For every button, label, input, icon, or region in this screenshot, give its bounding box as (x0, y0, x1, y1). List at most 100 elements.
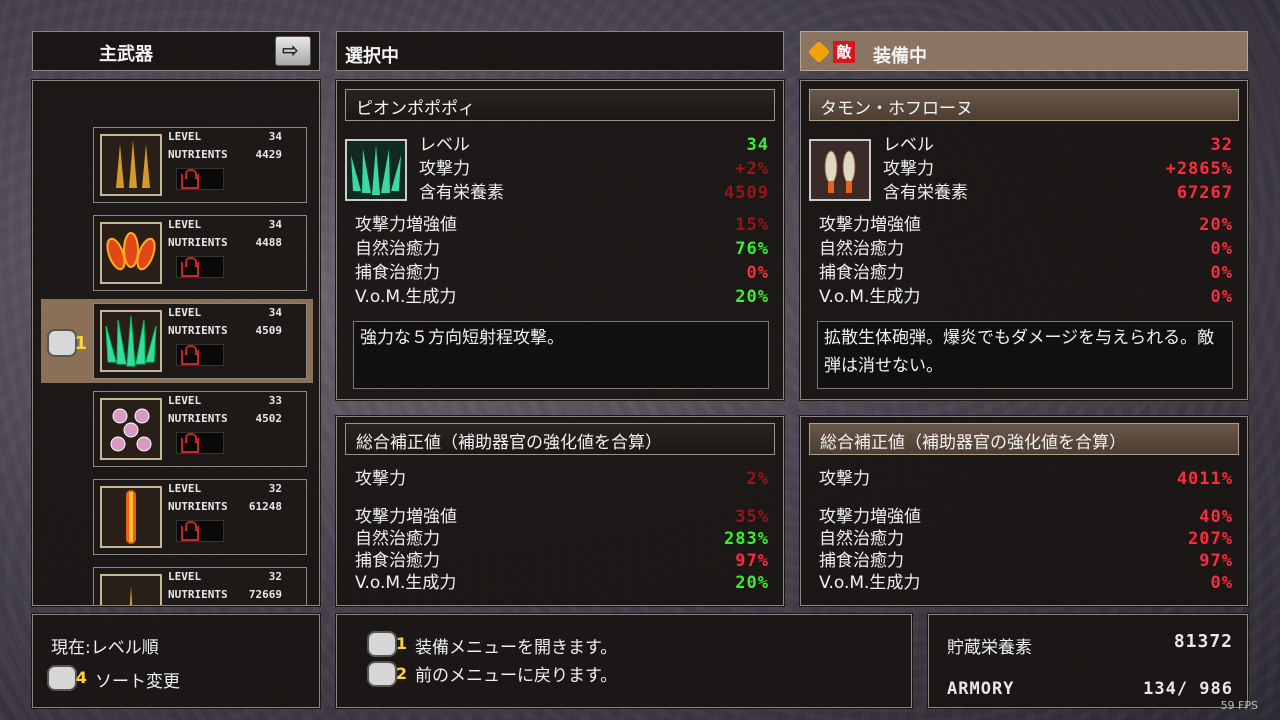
sort-change-action[interactable]: ソート変更 (95, 667, 180, 692)
controller-button-icon: 1 (367, 631, 407, 657)
weapon-list[interactable]: LEVEL 34 NUTRIENTS 4429 LEVEL 34 NUTRIEN… (31, 79, 321, 607)
stat-level: レベル 34 (419, 135, 769, 155)
level-key: LEVEL (168, 570, 202, 583)
weapon-category-header: 主武器 ⇨ (32, 31, 320, 71)
nutrients-value: 4429 (255, 148, 283, 161)
level-key: LEVEL (168, 306, 202, 319)
level-key: LEVEL (168, 130, 202, 143)
level-value: 34 (268, 130, 282, 143)
weapon-thumbnail-fire-beam-icon (100, 486, 162, 548)
controller-button-icon: 2 (367, 661, 407, 687)
total-attack: 攻撃力 2% (355, 469, 769, 489)
equipped-weapon-name: タモン・ホフローヌ (809, 89, 1239, 121)
weapon-list-item[interactable]: LEVEL 34 NUTRIENTS 4488 (93, 215, 307, 291)
equipped-header-title: 装備中 (873, 46, 927, 67)
lock-icon (176, 344, 224, 366)
nutrients-key: NUTRIENTS (168, 588, 228, 601)
weapon-category-title: 主武器 (99, 44, 153, 65)
armory-label: ARMORY (947, 679, 1015, 699)
equipped-total-panel: 総合補正値（補助器官の強化値を合算） 攻撃力 4011% 攻撃力増強値 40% 自然… (799, 415, 1249, 607)
help-back: 前のメニューに戻ります。 (415, 666, 618, 686)
equipped-total-attack-boost: 攻撃力増強値 40% (819, 507, 1233, 527)
selected-description: 強力な５方向短射程攻撃。 (353, 321, 769, 389)
sort-panel: 現在:レベル順 4 ソート変更 (31, 613, 321, 709)
controller-pointer-icon (47, 329, 87, 357)
nutrients-key: NUTRIENTS (168, 500, 228, 513)
weapon-thumbnail-green-spikes-icon (100, 310, 162, 372)
equipped-stat-attack: 攻撃力 +2865% (883, 159, 1233, 179)
selected-weapon-name-text: ピオンポポポィ (356, 99, 475, 119)
selected-total-panel: 総合補正値（補助器官の強化値を合算） 攻撃力 2% 攻撃力増強値 35% 自然治癒力… (335, 415, 785, 607)
total-vom: V.o.M.生成力 20% (355, 573, 769, 593)
level-value: 32 (268, 482, 282, 495)
level-value: 32 (268, 570, 282, 583)
level-key: LEVEL (168, 394, 202, 407)
equipped-total-header: 総合補正値（補助器官の強化値を合算） (809, 423, 1239, 455)
weapon-thumbnail-flames-icon (100, 222, 162, 284)
selected-header-title: 選択中 (345, 46, 399, 67)
selected-header: 選択中 (336, 31, 784, 71)
weapon-thumbnail-spikes-icon (100, 134, 162, 196)
weapon-thumbnail-flowers-icon (100, 398, 162, 460)
equipped-total-attack: 攻撃力 4011% (819, 469, 1233, 489)
help-open-equip: 装備メニューを開きます。 (415, 638, 618, 658)
nutrients-key: NUTRIENTS (168, 412, 228, 425)
equipped-weapon-icon (809, 139, 871, 201)
armory-count: 134/ 986 (1143, 679, 1233, 699)
weapon-list-item-selected[interactable]: LEVEL 34 NUTRIENTS 4509 (93, 303, 307, 379)
selected-weapon-name: ピオンポポポィ (345, 89, 775, 121)
equipped-total-natural-healing: 自然治癒力 207% (819, 529, 1233, 549)
lock-icon (176, 520, 224, 542)
total-natural-healing: 自然治癒力 283% (355, 529, 769, 549)
weapon-list-item[interactable]: LEVEL 33 NUTRIENTS 4502 (93, 391, 307, 467)
weapon-list-item[interactable]: LEVEL 32 NUTRIENTS 72669 (93, 567, 307, 605)
nutrients-value: 61248 (248, 500, 282, 513)
equipped-stat-attack-boost: 攻撃力増強値 20% (819, 215, 1233, 235)
equipped-header: 敵 装備中 (800, 31, 1248, 71)
lock-icon (176, 432, 224, 454)
switch-category-button[interactable]: ⇨ (275, 36, 311, 66)
controller-button-icon: 4 (47, 665, 87, 691)
nutrients-key: NUTRIENTS (168, 324, 228, 337)
equipped-stat-vom: V.o.M.生成力 0% (819, 287, 1233, 307)
weapon-list-item[interactable]: LEVEL 32 NUTRIENTS 61248 (93, 479, 307, 555)
nutrients-key: NUTRIENTS (168, 236, 228, 249)
stat-attack-boost: 攻撃力増強値 15% (355, 215, 769, 235)
lock-icon (176, 256, 224, 278)
level-value: 34 (268, 218, 282, 231)
equipped-weapon-panel: タモン・ホフローヌ レベル 32 攻撃力 +2865% 含有栄養素 67267 攻撃力… (799, 79, 1249, 401)
stock-nutrients-label: 貯蔵栄養素 (947, 638, 1032, 658)
equipped-total-predation-healing: 捕食治癒力 97% (819, 551, 1233, 571)
stat-predation-healing: 捕食治癒力 0% (355, 263, 769, 283)
sort-current: 現在:レベル順 (51, 638, 159, 658)
stock-nutrients-value: 81372 (1173, 631, 1233, 652)
weapon-thumbnail-spike-icon (100, 574, 162, 605)
enemy-badge-icon: 敵 (807, 40, 857, 64)
equipped-total-vom: V.o.M.生成力 0% (819, 573, 1233, 593)
selected-weapon-icon (345, 139, 407, 201)
arrow-right-icon: ⇨ (282, 38, 299, 62)
stat-vom: V.o.M.生成力 20% (355, 287, 769, 307)
total-predation-healing: 捕食治癒力 97% (355, 551, 769, 571)
level-value: 34 (268, 306, 282, 319)
help-panel: 1 装備メニューを開きます。 2 前のメニューに戻ります。 (335, 613, 913, 709)
weapon-list-item[interactable]: LEVEL 34 NUTRIENTS 4429 (93, 127, 307, 203)
level-value: 33 (268, 394, 282, 407)
stat-nutrients: 含有栄養素 4509 (419, 183, 769, 203)
nutrients-value: 72669 (248, 588, 282, 601)
level-key: LEVEL (168, 218, 202, 231)
stat-attack: 攻撃力 +2% (419, 159, 769, 179)
equipped-description: 拡散生体砲弾。爆炎でもダメージを与えられる。敵弾は消せない。 (817, 321, 1233, 389)
level-key: LEVEL (168, 482, 202, 495)
nutrients-key: NUTRIENTS (168, 148, 228, 161)
equipped-stat-natural-healing: 自然治癒力 0% (819, 239, 1233, 259)
equipped-stat-level: レベル 32 (883, 135, 1233, 155)
nutrients-value: 4509 (255, 324, 283, 337)
selected-total-header: 総合補正値（補助器官の強化値を合算） (345, 423, 775, 455)
lock-icon (176, 168, 224, 190)
nutrients-value: 4488 (255, 236, 283, 249)
equipped-stat-predation-healing: 捕食治癒力 0% (819, 263, 1233, 283)
stock-panel: 貯蔵栄養素 81372 ARMORY 134/ 986 (927, 613, 1249, 709)
fps-counter: 59 FPS (1220, 699, 1258, 712)
total-attack-boost: 攻撃力増強値 35% (355, 507, 769, 527)
